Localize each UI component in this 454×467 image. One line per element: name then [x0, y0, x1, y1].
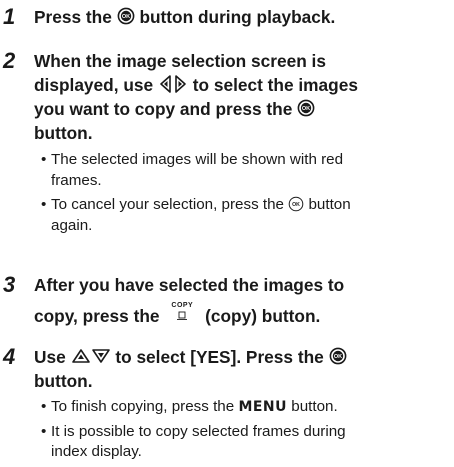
step-number: 3 [3, 272, 16, 297]
left-right-arrows-icon [160, 75, 186, 94]
step-text: After you have selected the images to co… [34, 275, 345, 326]
list-item: • To finish copying, press the MENU butt… [41, 398, 338, 415]
svg-text:OK: OK [333, 355, 341, 361]
step-text: Press the OK button during playback. [34, 7, 336, 27]
step-text: When the image selection screen is displ… [34, 51, 358, 143]
step-2-notes: • The selected images will be shown with… [41, 150, 351, 240]
copy-button-icon: COPY [170, 302, 194, 322]
svg-text:OK: OK [302, 107, 310, 113]
ok-button-icon: OK [329, 348, 346, 365]
step-text: Use to select [YES]. Press the OK button… [34, 345, 347, 393]
step-4-notes: • To finish copying, press the MENU butt… [41, 397, 346, 467]
ok-button-icon: OK [297, 100, 315, 117]
step-number: 2 [3, 48, 16, 73]
ok-button-icon: OK [117, 8, 135, 25]
list-item: • The selected images will be shown with… [41, 151, 344, 189]
step-number: 1 [3, 4, 16, 29]
list-item: • To cancel your selection, press the OK… [41, 196, 351, 234]
menu-button-label: MENU [238, 399, 288, 415]
svg-text:OK: OK [122, 15, 130, 21]
svg-text:OK: OK [292, 202, 300, 208]
up-down-arrows-icon [71, 349, 110, 364]
list-item: • It is possible to copy selected frames… [41, 422, 346, 461]
ok-button-icon: OK [288, 196, 304, 212]
step-number: 4 [3, 344, 16, 369]
